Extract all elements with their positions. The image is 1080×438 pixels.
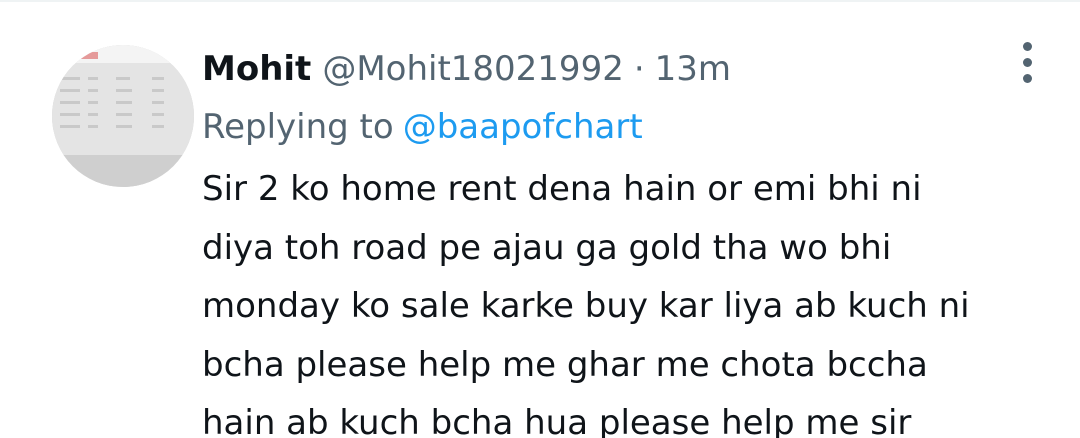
divider xyxy=(0,0,1080,2)
avatar[interactable] xyxy=(52,45,194,187)
tweet-header: Mohit @Mohit18021992 · 13m xyxy=(202,42,731,96)
replying-to: Replying to @baapofchart xyxy=(202,100,643,154)
timestamp[interactable]: 13m xyxy=(655,42,731,96)
author-name[interactable]: Mohit xyxy=(202,42,311,96)
separator-dot: · xyxy=(633,49,645,89)
tweet-text-line: monday ko sale karke buy kar liya ab kuc… xyxy=(202,286,970,326)
author-handle[interactable]: @Mohit18021992 xyxy=(322,42,624,96)
more-options-icon[interactable] xyxy=(1010,40,1046,86)
tweet-text-line: Sir 2 ko home rent dena hain or emi bhi … xyxy=(202,169,922,209)
reply-handle-link[interactable]: @baapofchart xyxy=(403,107,643,147)
avatar-image xyxy=(52,45,194,187)
tweet[interactable]: Mohit @Mohit18021992 · 13m Replying to @b… xyxy=(0,0,1080,438)
tweet-text-line: diya toh road pe ajau ga gold tha wo bhi xyxy=(202,227,892,268)
tweet-text: Sir 2 ko home rent dena hain or emi bhi … xyxy=(202,160,1062,438)
reply-prefix: Replying to xyxy=(202,107,394,147)
tweet-text-line: hain ab kuch bcha hua please help me sir xyxy=(202,403,912,438)
tweet-text-line: bcha please help me ghar me chota bccha xyxy=(202,344,928,385)
